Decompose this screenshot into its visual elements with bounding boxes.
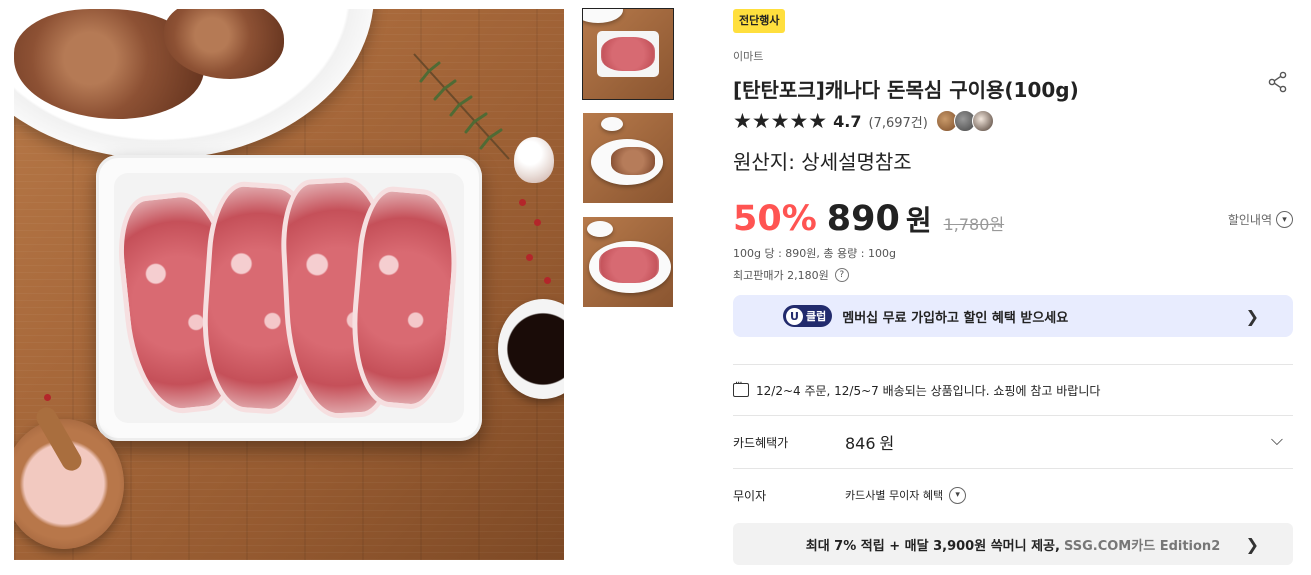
pepper-dot (44, 394, 51, 401)
installment-row: 무이자 카드사별 무이자 혜택 ▾ (733, 468, 1293, 521)
thumb-bowl (601, 117, 623, 131)
shipping-text: 12/2~4 주문, 12/5~7 배송되는 상품입니다. 쇼핑에 참고 바랍니… (756, 383, 1101, 398)
original-price: 1,780원 (943, 215, 1005, 234)
review-count[interactable]: (7,697건) (868, 112, 927, 131)
chevron-right-icon: ❯ (1245, 535, 1259, 554)
thumbnail-2[interactable] (583, 113, 673, 203)
main-product-image (14, 9, 564, 560)
soy-sauce-image (498, 299, 564, 399)
rosemary-image (413, 53, 510, 160)
rating-row[interactable]: ★★★★★ 4.7 (7,697건) (733, 108, 1293, 134)
origin-info: 원산지: 상세설명참조 (733, 150, 912, 174)
thumb-cooked-meat (611, 147, 655, 175)
thumbnail-3[interactable] (583, 217, 673, 307)
sale-price: 890 (826, 199, 900, 239)
max-price: 최고판매가 2,180원 (733, 269, 829, 282)
thumb-plate (583, 9, 623, 23)
membership-text: 멤버십 무료 가입하고 할인 혜택 받으세요 (842, 310, 1069, 326)
pepper-dot (526, 254, 533, 261)
uclub-badge: U 클럽 (783, 305, 833, 327)
meat-tray-image (96, 155, 482, 441)
card-benefit-label: 카드혜택가 (733, 435, 789, 450)
uclub-letter: U (786, 307, 803, 325)
unit-price: 100g 당 : 890원, 총 용량 : 100g (733, 247, 896, 260)
card-benefit-row[interactable]: 카드혜택가 846 원 ⌵ (733, 415, 1293, 468)
price-currency: 원 (905, 204, 932, 237)
installment-button[interactable]: 카드사별 무이자 혜택 ▾ (845, 486, 967, 504)
review-photo (971, 110, 994, 132)
review-photo-thumbs[interactable] (935, 110, 994, 132)
card-promo-banner[interactable]: 최대 7% 적립 + 매달 3,900원 쓱머니 제공, SSG.COM카드 E… (733, 523, 1293, 565)
product-title: [탄탄포크]캐나다 돈목심 구이용(100g) (733, 78, 1079, 102)
uclub-text: 클럽 (806, 310, 827, 323)
card-benefit-price: 846 (845, 434, 876, 453)
chevron-down-icon[interactable]: ⌵ (1271, 430, 1283, 450)
promo-card-name: SSG.COM카드 Edition2 (1063, 538, 1221, 554)
discount-rate: 50% (733, 199, 817, 239)
promo-text: 최대 7% 적립 + 매달 3,900원 쓱머니 제공, (805, 538, 1060, 554)
question-icon[interactable]: ? (834, 268, 849, 282)
share-icon[interactable] (1267, 71, 1289, 93)
discount-detail-label: 할인내역 (1227, 213, 1272, 227)
pepper-dot (534, 219, 541, 226)
pepper-dot (544, 277, 551, 284)
discount-detail-button[interactable]: 할인내역 ▾ (1228, 211, 1293, 228)
event-badge: 전단행사 (733, 9, 786, 33)
installment-label: 무이자 (733, 488, 767, 503)
chevron-right-icon: ❯ (1245, 307, 1259, 326)
product-info-panel: 전단행사 이마트 [탄탄포크]캐나다 돈목심 구이용(100g) ★★★★★ 4… (733, 9, 1293, 565)
card-benefit-unit: 원 (879, 434, 895, 453)
thumb-bowl (587, 221, 613, 237)
thumbnail-list (582, 8, 674, 321)
chevron-down-icon: ▾ (1276, 211, 1293, 228)
star-rating-icon: ★★★★★ (733, 109, 828, 133)
thumbnail-1[interactable] (582, 8, 674, 100)
seller-name[interactable]: 이마트 (733, 48, 1293, 64)
chevron-down-icon: ▾ (949, 486, 967, 504)
thumb-meat (601, 37, 655, 71)
installment-text: 카드사별 무이자 혜택 (845, 489, 944, 502)
chat-icon (733, 378, 749, 397)
max-price-row: 최고판매가 2,180원 ? (733, 267, 1293, 283)
rating-score: 4.7 (833, 111, 862, 131)
thumb-meat (599, 247, 659, 283)
garlic-image (514, 137, 554, 183)
membership-banner[interactable]: U 클럽 멤버십 무료 가입하고 할인 혜택 받으세요 ❯ (733, 295, 1293, 337)
price-row: 50% 890 원 1,780원 할인내역 ▾ (733, 199, 1293, 243)
shipping-notice: 12/2~4 주문, 12/5~7 배송되는 상품입니다. 쇼핑에 참고 바랍니… (733, 364, 1293, 415)
pepper-dot (519, 199, 526, 206)
